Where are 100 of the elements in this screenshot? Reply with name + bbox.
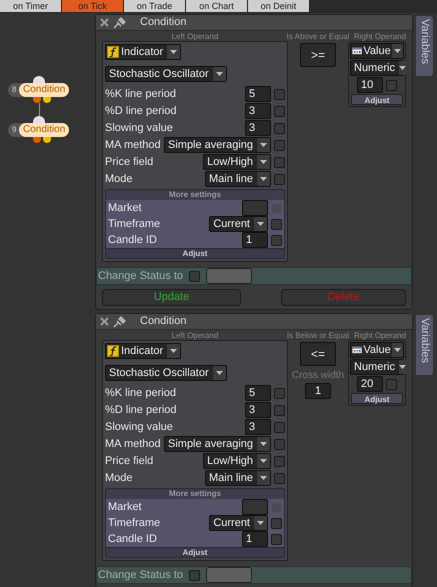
parameter-label: MA method <box>105 138 161 153</box>
dropdown[interactable]: Low/High <box>203 154 271 170</box>
panel-title: Condition <box>140 314 186 330</box>
status-field[interactable] <box>206 567 252 583</box>
parameter-label: Candle ID <box>108 532 158 547</box>
checkbox[interactable] <box>271 234 282 246</box>
close-icon[interactable] <box>100 317 109 326</box>
adjust-button[interactable]: Adjust <box>106 547 284 557</box>
checkbox[interactable] <box>274 88 285 100</box>
checkbox[interactable] <box>386 80 397 90</box>
condition-node[interactable]: Condition <box>19 123 70 137</box>
number-field[interactable]: 3 <box>245 103 271 119</box>
event-tab[interactable]: on Trade <box>124 0 186 12</box>
checkbox[interactable] <box>274 106 285 116</box>
parameter-label: Slowing value <box>105 120 174 136</box>
dropdown[interactable]: Current <box>209 515 268 531</box>
section-header: More settings <box>106 190 284 200</box>
checkbox[interactable] <box>271 218 282 230</box>
event-tab[interactable]: on Timer <box>0 0 62 12</box>
adjust-button[interactable]: Adjust <box>106 248 284 258</box>
close-icon[interactable] <box>100 18 109 27</box>
parameter-label: Candle ID <box>108 232 158 248</box>
checkbox[interactable] <box>274 140 285 150</box>
section-label: Right Operand <box>352 32 406 41</box>
operator-button[interactable]: >= <box>300 43 336 67</box>
variables-tab[interactable]: Variables <box>415 314 434 376</box>
parameter-label: Timeframe <box>108 216 162 232</box>
operator-button[interactable]: <= <box>300 342 336 366</box>
caret-icon <box>260 459 267 463</box>
dropdown[interactable]: Main line <box>204 171 271 187</box>
parameter-label: Timeframe <box>108 516 162 531</box>
caret-icon <box>170 349 177 353</box>
dropdown[interactable]: Simple averaging <box>164 137 271 153</box>
number-field[interactable]: 3 <box>245 120 271 136</box>
checkbox[interactable] <box>271 534 282 544</box>
dropdown[interactable]: Current <box>209 216 268 232</box>
section-label: Left Operand <box>170 331 220 340</box>
number-field[interactable] <box>242 200 268 216</box>
variables-tab[interactable]: Variables <box>415 15 434 77</box>
number-field[interactable]: 5 <box>245 86 271 102</box>
checkbox[interactable] <box>274 156 285 168</box>
checkbox[interactable] <box>274 472 285 484</box>
checkbox[interactable] <box>386 378 397 390</box>
section-label: Left Operand <box>170 32 220 41</box>
event-tab[interactable]: on Chart <box>186 0 248 12</box>
number-field[interactable]: 3 <box>245 402 271 418</box>
adjust-button[interactable]: Adjust <box>351 94 403 105</box>
status-field[interactable] <box>206 268 252 284</box>
section-label: Right Operand <box>352 331 406 340</box>
number-field[interactable]: 5 <box>245 385 271 401</box>
number-field[interactable]: 20 <box>357 376 383 392</box>
caret-icon <box>216 371 223 376</box>
dropdown[interactable]: Simple averaging <box>164 436 271 452</box>
checkbox[interactable] <box>274 422 285 432</box>
parameter-label: Market <box>108 200 143 216</box>
value-icon <box>352 346 362 354</box>
dropdown[interactable]: Low/High <box>203 453 271 469</box>
caret-icon <box>398 66 406 70</box>
checkbox[interactable] <box>274 438 285 450</box>
event-tab[interactable]: on Tick <box>62 0 124 12</box>
oscillator-dropdown[interactable]: Stochastic Oscillator <box>105 365 227 382</box>
parameter-label: Market <box>108 500 143 515</box>
pin-icon[interactable] <box>113 316 126 328</box>
parameter-label: %D line period <box>105 402 178 418</box>
number-field[interactable]: 1 <box>242 531 268 547</box>
panel-title: Condition <box>140 15 186 30</box>
dropdown[interactable]: Numeric <box>350 359 404 375</box>
oscillator-dropdown[interactable]: Stochastic Oscillator <box>105 66 227 82</box>
parameter-label: Price field <box>105 454 154 469</box>
update-button[interactable]: Update <box>102 289 241 306</box>
operand-type-dropdown[interactable]: Indicator <box>105 343 181 359</box>
dropdown[interactable]: Numeric <box>350 60 404 76</box>
operand-type-dropdown[interactable]: Indicator <box>105 44 181 60</box>
checkbox[interactable] <box>274 456 285 466</box>
parameter-label: %K line period <box>105 386 177 401</box>
number-field[interactable]: 10 <box>357 77 383 93</box>
number-field[interactable] <box>242 499 268 515</box>
event-tab[interactable]: on Deinit <box>248 0 310 12</box>
number-field[interactable]: 1 <box>305 383 331 399</box>
caret-icon <box>216 72 223 76</box>
checkbox[interactable] <box>274 174 285 184</box>
parameter-label: Price field <box>105 154 154 170</box>
adjust-button[interactable]: Adjust <box>351 393 403 404</box>
caret-icon <box>260 177 267 181</box>
checkbox[interactable] <box>189 570 200 580</box>
operand-type-dropdown[interactable]: Value <box>350 342 404 358</box>
checkbox[interactable] <box>271 518 282 528</box>
operand-type-dropdown[interactable]: Value <box>350 43 404 59</box>
caret-icon <box>260 476 267 480</box>
checkbox[interactable] <box>274 122 285 134</box>
pin-icon[interactable] <box>113 16 126 28</box>
caret-icon <box>394 348 401 352</box>
dropdown[interactable]: Main line <box>204 470 271 486</box>
number-field[interactable]: 3 <box>245 419 271 435</box>
checkbox[interactable] <box>274 388 285 398</box>
checkbox[interactable] <box>274 404 285 416</box>
condition-node[interactable]: Condition <box>19 83 70 97</box>
number-field[interactable]: 1 <box>242 232 268 248</box>
checkbox[interactable] <box>189 270 200 282</box>
caret-icon <box>257 521 264 525</box>
